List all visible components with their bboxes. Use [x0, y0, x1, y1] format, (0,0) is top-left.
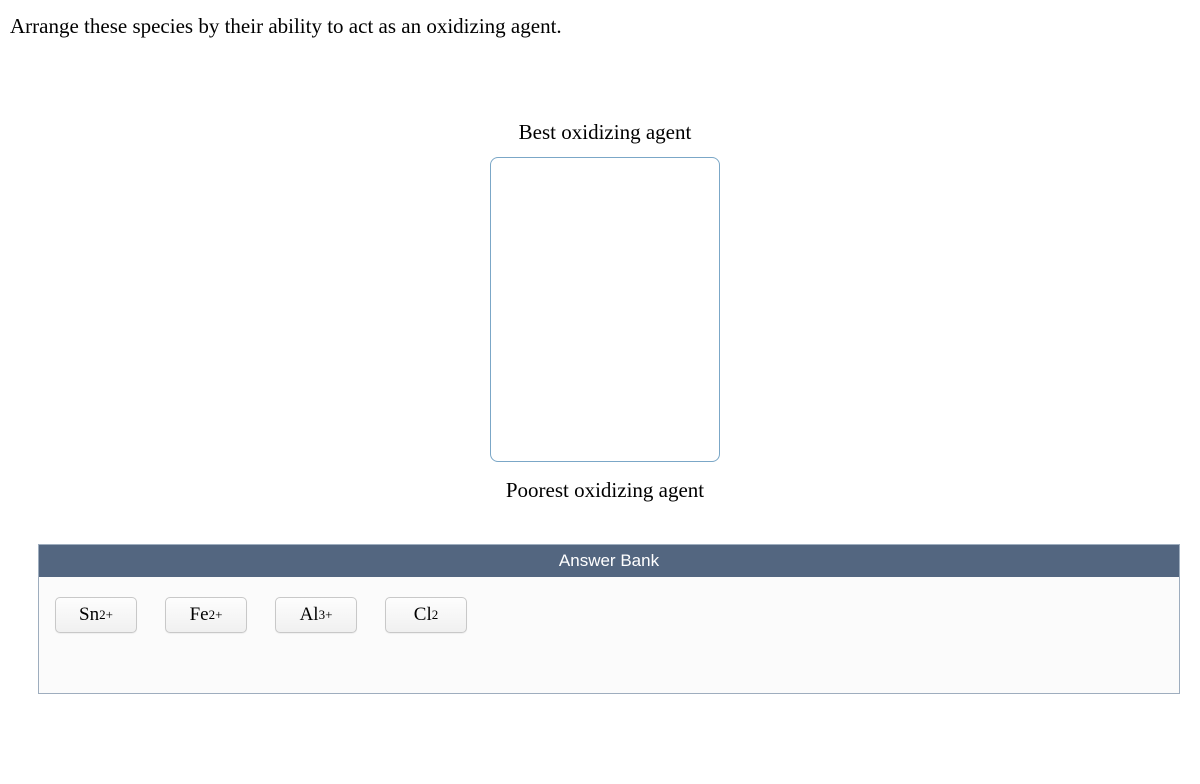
species-tile-sn[interactable]: Sn2+: [55, 597, 137, 633]
answer-bank-header: Answer Bank: [39, 545, 1179, 577]
species-base: Al: [300, 604, 319, 626]
answer-bank-body[interactable]: Sn2+ Fe2+ Al3+ Cl2: [39, 577, 1179, 693]
species-tile-al[interactable]: Al3+: [275, 597, 357, 633]
answer-bank: Answer Bank Sn2+ Fe2+ Al3+ Cl2: [38, 544, 1180, 694]
species-tile-cl2[interactable]: Cl2: [385, 597, 467, 633]
species-base: Fe: [190, 604, 209, 626]
species-base: Cl: [414, 604, 432, 626]
ranking-drop-zone[interactable]: [490, 157, 720, 462]
question-prompt: Arrange these species by their ability t…: [0, 0, 1200, 53]
poorest-oxidizing-label: Poorest oxidizing agent: [506, 478, 704, 503]
best-oxidizing-label: Best oxidizing agent: [519, 120, 692, 145]
species-base: Sn: [79, 604, 99, 626]
ranking-area: Best oxidizing agent Poorest oxidizing a…: [490, 120, 720, 503]
species-tile-fe[interactable]: Fe2+: [165, 597, 247, 633]
